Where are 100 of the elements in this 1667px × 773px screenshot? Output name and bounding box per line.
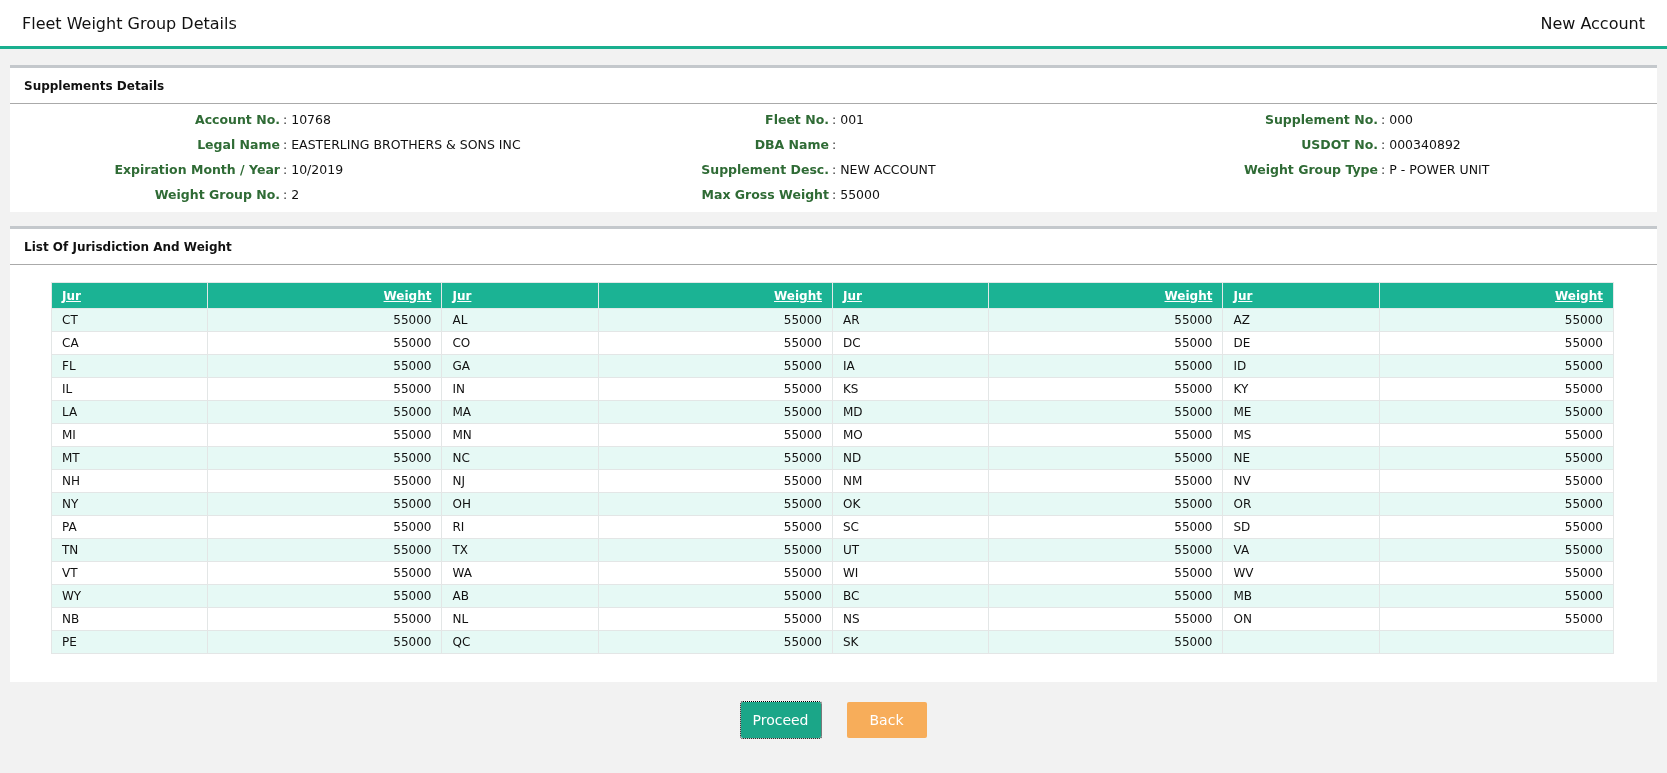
table-cell: MA: [442, 400, 599, 424]
proceed-button[interactable]: Proceed: [740, 702, 821, 738]
colon: :: [832, 112, 837, 127]
table-cell: 55000: [988, 538, 1223, 562]
field-label: Account No.: [194, 112, 280, 127]
table-cell: 55000: [1379, 377, 1614, 401]
table-cell: 55000: [1379, 607, 1614, 631]
table-cell: 55000: [1379, 469, 1614, 493]
table-cell: 55000: [207, 446, 442, 470]
table-cell: CA: [51, 331, 208, 355]
table-cell: CO: [442, 331, 599, 355]
table-cell: ND: [832, 446, 989, 470]
field-value: 10/2019: [291, 162, 344, 177]
table-cell: PA: [51, 515, 208, 539]
table-cell: IN: [442, 377, 599, 401]
table-cell: 55000: [988, 469, 1223, 493]
table-cell: 55000: [988, 515, 1223, 539]
table-cell: DE: [1222, 331, 1380, 355]
table-cell: 55000: [207, 584, 442, 608]
table-cell: 55000: [598, 515, 833, 539]
colon: :: [283, 187, 288, 202]
panel-title: Supplements Details: [10, 68, 1657, 104]
table-cell: TX: [442, 538, 599, 562]
table-cell: MB: [1222, 584, 1380, 608]
table-cell: NS: [832, 607, 989, 631]
table-cell: 55000: [1379, 308, 1614, 332]
table-cell: 55000: [598, 308, 833, 332]
table-cell: 55000: [207, 377, 442, 401]
field-value: 2: [291, 187, 300, 202]
table-cell: 55000: [1379, 400, 1614, 424]
field-value: EASTERLING BROTHERS & SONS INC: [291, 137, 521, 152]
table-cell: 55000: [1379, 354, 1614, 378]
table-cell: QC: [442, 630, 599, 654]
field-value: 000: [1389, 112, 1414, 127]
sort-link[interactable]: Weight: [383, 288, 432, 303]
sort-link[interactable]: Weight: [1164, 288, 1213, 303]
colon: :: [832, 187, 837, 202]
field-label: Max Gross Weight: [700, 187, 829, 202]
table-cell: 55000: [988, 377, 1223, 401]
table-cell: ON: [1222, 607, 1380, 631]
table-cell: 55000: [598, 561, 833, 585]
table-cell: 55000: [207, 515, 442, 539]
table-cell: 55000: [207, 423, 442, 447]
table-cell: 55000: [598, 492, 833, 516]
table-cell: 55000: [598, 469, 833, 493]
table-cell: 55000: [988, 630, 1223, 654]
table-cell: ID: [1222, 354, 1380, 378]
table-cell: 55000: [207, 492, 442, 516]
table-cell: NC: [442, 446, 599, 470]
table-cell: WI: [832, 561, 989, 585]
table-cell: NB: [51, 607, 208, 631]
table-cell: WY: [51, 584, 208, 608]
sort-link[interactable]: Jur: [1233, 288, 1253, 303]
table-cell: AL: [442, 308, 599, 332]
table-cell: 55000: [207, 469, 442, 493]
field-value: 000340892: [1389, 137, 1461, 152]
field-value: P - POWER UNIT: [1389, 162, 1490, 177]
back-button[interactable]: Back: [846, 702, 927, 738]
table-cell: VA: [1222, 538, 1380, 562]
table-cell: 55000: [598, 377, 833, 401]
table-cell: PE: [51, 630, 208, 654]
table-cell: 55000: [598, 607, 833, 631]
table-cell: FL: [51, 354, 208, 378]
table-cell: 55000: [207, 400, 442, 424]
field-value: 10768: [291, 112, 331, 127]
table-cell: 55000: [207, 630, 442, 654]
table-cell: AR: [832, 308, 989, 332]
table-cell: NM: [832, 469, 989, 493]
sort-link[interactable]: Weight: [774, 288, 822, 303]
table-cell: BC: [832, 584, 989, 608]
field-value: 55000: [840, 187, 880, 202]
table-cell: 55000: [598, 354, 833, 378]
table-cell: 55000: [988, 446, 1223, 470]
table-cell: WA: [442, 561, 599, 585]
table-cell: VT: [51, 561, 208, 585]
field-label: Fleet No.: [764, 112, 829, 127]
table-cell: DC: [832, 331, 989, 355]
table-cell: SD: [1222, 515, 1380, 539]
field-label: Supplement No.: [1263, 112, 1378, 127]
table-cell: 55000: [207, 331, 442, 355]
table-cell: ME: [1222, 400, 1380, 424]
sort-link[interactable]: Jur: [62, 288, 81, 303]
field-value: 001: [840, 112, 865, 127]
sort-link[interactable]: Weight: [1555, 288, 1603, 303]
table-cell: NH: [51, 469, 208, 493]
table-cell: OH: [442, 492, 599, 516]
sort-link[interactable]: Jur: [452, 288, 472, 303]
table-cell: 55000: [988, 607, 1223, 631]
table-cell: MS: [1222, 423, 1380, 447]
table-cell: NE: [1222, 446, 1380, 470]
table-cell: 55000: [988, 354, 1223, 378]
table-cell: 55000: [207, 308, 442, 332]
field-value: NEW ACCOUNT: [840, 162, 936, 177]
table-cell: NL: [442, 607, 599, 631]
sort-link[interactable]: Jur: [842, 288, 862, 303]
table-cell: KS: [832, 377, 989, 401]
table-cell: 55000: [1379, 515, 1614, 539]
table-cell: 55000: [1379, 423, 1614, 447]
table-cell: LA: [51, 400, 208, 424]
field-label: Expiration Month / Year: [113, 162, 280, 177]
